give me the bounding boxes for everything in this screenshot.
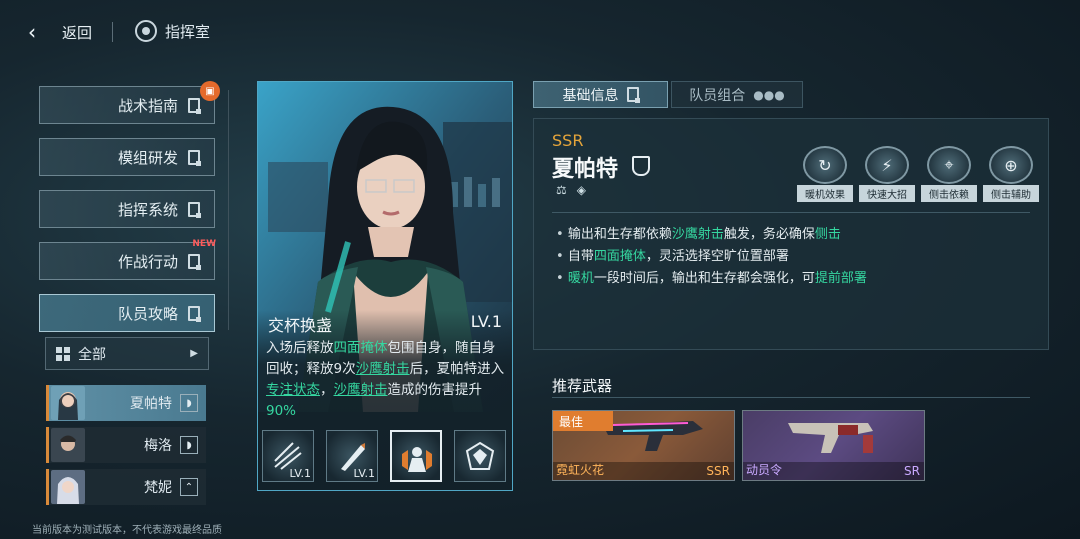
menu-label: 作战行动 [117,252,178,271]
best-badge: 最佳 [553,411,613,431]
gift-icon: ▣ [200,81,220,101]
character-name: 夏帕特 [552,157,619,182]
menu-combat-operations[interactable]: 作战行动 NEW [39,239,216,280]
skill-icons: LV.1 LV.1 [262,430,506,482]
document-icon [188,149,201,166]
menu-label: 战术指南 [117,96,178,115]
weapon-name: 霓虹火花 [556,463,605,477]
skill-1-button[interactable]: LV.1 [262,430,314,482]
back-button[interactable]: ‹‹ 返回 [28,20,92,44]
warmup-icon: ↻ [803,146,847,184]
balance-icon: ⚖ [556,183,567,197]
shield-icon: ◗ [180,436,198,454]
avatar [51,428,85,462]
document-icon [626,87,640,103]
crosshair-icon: ⌖ [927,146,971,184]
menu-label: 队员攻略 [117,304,178,323]
tab-label: 基础信息 [562,87,619,104]
menu-command-system[interactable]: 指挥系统 [39,190,215,228]
tip-item: 暖机一段时间后，输出和生存都会强化，可提前部署 [556,268,867,290]
tip-item: 输出和生存都依赖沙鹰射击触发，务必确保侧击 [556,224,867,246]
filter-dropdown[interactable]: 全部 ▶ [45,337,209,370]
member-name: 夏帕特 [130,396,172,412]
group-icon: ●●● [753,87,785,102]
trait-tag[interactable]: ⚡ 快速大招 [859,146,915,202]
emblem-skill-icon [465,441,495,470]
tip-item: 自带四面掩体，灵活选择空旷位置部署 [556,246,867,268]
grid-icon [56,346,70,361]
document-icon [188,97,201,114]
avatar [51,386,85,420]
document-icon [188,253,201,270]
document-icon [188,305,201,322]
divider [552,212,1030,213]
divider [112,22,113,42]
cover-skill-icon [402,447,432,472]
skill-3-button[interactable] [390,430,442,482]
shield-icon [632,156,650,176]
trait-tag[interactable]: ⌖ 侧击依赖 [921,146,977,202]
weapon-name: 动员令 [746,463,783,477]
trait-tags: ↻ 暖机效果 ⚡ 快速大招 ⌖ 侧击依赖 ⊕ 侧击辅助 [797,146,1039,202]
page-title: 指挥室 [165,22,211,41]
member-item[interactable]: 梵妮 ⌃ [46,469,206,505]
menu-member-guide[interactable]: 队员攻略 [39,294,215,332]
skill-4-button[interactable] [454,430,506,482]
back-label: 返回 [62,23,93,42]
menu-label: 模组研发 [117,148,178,167]
member-item[interactable]: 梅洛 ◗ [46,427,206,463]
triangle-right-icon: ▶ [190,348,198,359]
lightning-icon: ⚡ [865,146,909,184]
member-name: 梅洛 [144,438,172,454]
divider [552,397,1030,398]
trait-tag[interactable]: ⊕ 侧击辅助 [983,146,1039,202]
menu-label: 指挥系统 [117,200,178,219]
top-bar: ‹‹ 返回 指挥室 [0,0,1080,62]
skill-name: 交杯换盏 [268,316,333,335]
weapon-card[interactable]: 最佳 霓虹火花 SSR [552,410,735,481]
character-card: 交杯换盏 LV.1 入场后释放四面掩体包围自身，随自身回收；释放9次沙鹰射击后，… [257,81,513,491]
tab-basic-info[interactable]: 基础信息 [533,81,668,108]
menu-tactical-guide[interactable]: 战术指南 ▣ [39,81,220,124]
skill-level: LV.1 [470,312,502,331]
diamond-icon: ◈ [576,183,586,197]
avatar [51,470,85,504]
new-badge: NEW [192,239,216,249]
member-item[interactable]: 夏帕特 ◗ [46,385,206,421]
menu-module-research[interactable]: 模组研发 [39,138,215,176]
filter-label: 全部 [78,346,106,363]
trait-tag[interactable]: ↻ 暖机效果 [797,146,853,202]
crosshair-support-icon: ⊕ [989,146,1033,184]
shield-icon: ◗ [180,394,198,412]
character-tips: 输出和生存都依赖沙鹰射击触发，务必确保侧击 自带四面掩体，灵活选择空旷位置部署 … [556,224,867,290]
skill-2-button[interactable]: LV.1 [326,430,378,482]
tab-label: 队员组合 [689,87,746,104]
double-chevron-left-icon: ‹‹ [28,20,54,44]
weapon-rarity: SR [904,464,920,478]
footer-note: 当前版本为测试版本，不代表游戏最终品质 [32,525,222,536]
rarity-label: SSR [552,131,584,150]
command-room-icon [135,20,157,42]
member-name: 梵妮 [144,480,172,496]
weapon-card[interactable]: 动员令 SR [742,410,925,481]
weapon-rarity: SSR [706,464,730,478]
tab-team-combo[interactable]: 队员组合 ●●● [671,81,803,108]
weapons-title: 推荐武器 [552,377,613,395]
chevron-up-icon: ⌃ [180,478,198,496]
menu-rail [228,90,229,330]
attribute-icons: ⚖ ◈ [556,183,586,197]
skill-description: 入场后释放四面掩体包围自身，随自身回收；释放9次沙鹰射击后，夏帕特进入专注状态，… [266,340,505,419]
document-icon [188,201,201,218]
command-room-title: 指挥室 [135,20,210,42]
